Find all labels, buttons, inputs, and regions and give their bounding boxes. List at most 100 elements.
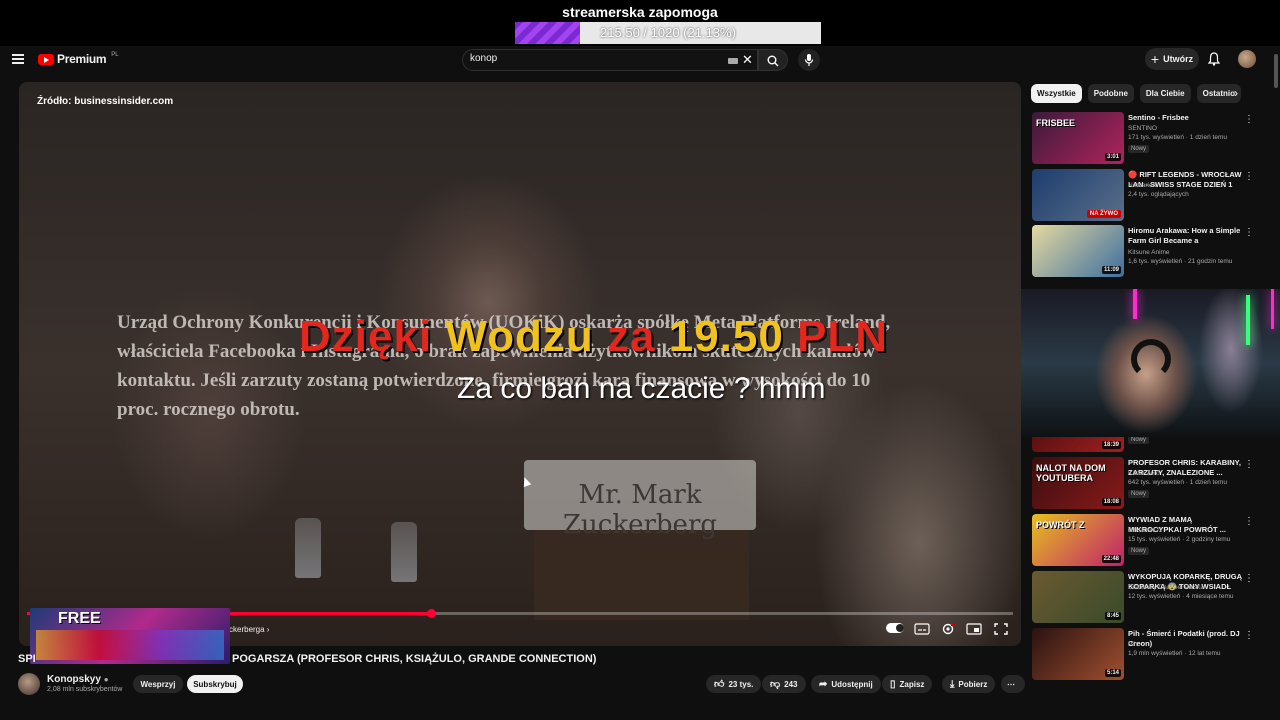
video-duration: 5:14 — [1104, 669, 1121, 677]
miniplayer-icon[interactable] — [966, 623, 982, 635]
save-button[interactable]: ▯ Zapisz — [882, 675, 933, 693]
recommendation-channel[interactable]: Pih — [1128, 641, 1243, 648]
recommendation-thumbnail[interactable]: NA ŻYWO — [1032, 169, 1124, 221]
recommendation-card[interactable]: NALOT NA DOM YOUTUBERA 18:08 PROFESOR CHRI… — [1032, 457, 1272, 509]
more-vert-icon[interactable]: ⋮ — [1244, 573, 1254, 584]
more-vert-icon[interactable]: ⋮ — [1244, 114, 1254, 125]
create-button[interactable]: + Utwórz — [1145, 48, 1199, 70]
chevron-right-icon[interactable]: › — [1234, 86, 1238, 100]
chip-related[interactable]: Podobne — [1087, 84, 1134, 103]
recommendation-card[interactable]: 8:45 WYKOPUJĄ KOPARKĘ, DRUGĄ KOPARKĄ 😨 TO… — [1032, 571, 1272, 623]
more-vert-icon[interactable]: ⋮ — [1244, 459, 1254, 470]
new-badge: Nowy — [1128, 547, 1150, 555]
new-badge: Nowy — [1128, 145, 1150, 153]
recommendation-channel[interactable]: Nervarien — [1128, 182, 1243, 189]
video-duration: 18:08 — [1101, 498, 1121, 506]
game-art — [36, 630, 224, 660]
save-label: Zapisz — [899, 679, 925, 689]
subscribe-button[interactable]: Subskrybuj — [187, 675, 243, 693]
recommendation-channel[interactable]: SzklanaYJJ — [1128, 527, 1243, 534]
recommendation-channel[interactable]: Discovery Channel Polska — [1128, 584, 1243, 591]
voice-search-button[interactable] — [798, 49, 820, 71]
dislike-count: 243 — [784, 679, 798, 689]
recommendation-thumbnail[interactable]: FRISBEE 3:01 — [1032, 112, 1124, 164]
screen: streamerska zapomoga 215.50 / 1020 (21.1… — [0, 0, 1280, 720]
share-icon: ➦ — [819, 678, 828, 690]
share-button[interactable]: ➦ Udostępnij — [811, 675, 881, 693]
channel-avatar[interactable] — [18, 673, 40, 695]
settings-gear-icon[interactable] — [940, 623, 956, 635]
streamer-webcam — [1021, 289, 1280, 437]
youtube-header: Premium PL ✕ + Utwórz — [0, 46, 1280, 74]
video-duration: 3:01 — [1104, 153, 1121, 161]
video-duration: 8:45 — [1104, 612, 1121, 620]
goal-progress-text: 215.50 / 1020 (21.13%) — [600, 25, 736, 40]
recommendation-title[interactable]: Hiromu Arakawa: How a Simple Farm Girl B… — [1128, 226, 1243, 246]
brand-text: Premium — [57, 52, 107, 66]
clear-search-icon[interactable]: ✕ — [742, 52, 753, 68]
bell-icon[interactable] — [1208, 52, 1220, 66]
fullscreen-icon[interactable] — [993, 623, 1009, 635]
chip-for-you[interactable]: Dla Ciebie — [1139, 84, 1191, 103]
recommendation-meta: 2,4 tys. oglądających — [1128, 191, 1189, 198]
like-button[interactable]: 👍︎ 23 tys. — [706, 675, 762, 693]
dislike-button[interactable]: 👎︎ 243 — [762, 675, 806, 693]
game-overlay-text: FREE — [58, 610, 101, 627]
recommendation-card[interactable]: POWRÓT Z 22:48 WYWIAD Z MAMĄ MIKROCYPKA! P… — [1032, 514, 1272, 566]
recommendation-meta: 12 tys. wyświetleń · 4 miesiące temu — [1128, 593, 1234, 600]
recommendation-card[interactable]: FRISBEE 3:01 Sentino - Frisbee SENTINO 171 t… — [1032, 112, 1272, 164]
search-icon — [767, 55, 779, 67]
recommendation-thumbnail[interactable]: 5:14 — [1032, 628, 1124, 680]
search-input[interactable] — [470, 53, 710, 64]
podium — [534, 530, 749, 620]
account-avatar[interactable] — [1238, 50, 1256, 68]
recommendation-card[interactable]: NA ŻYWO 🔴 RIFT LEGENDS - WROCŁAW LAN - SW… — [1032, 169, 1272, 221]
autoplay-toggle[interactable] — [886, 623, 904, 635]
recommendation-card[interactable]: 11:09 Hiromu Arakawa: How a Simple Farm G… — [1032, 225, 1272, 277]
neon-light — [1271, 289, 1274, 329]
recommendation-title[interactable]: Sentino - Frisbee — [1128, 113, 1243, 123]
donation-amount: 19.50 — [668, 312, 784, 361]
video-scrubber[interactable] — [427, 609, 437, 618]
recommendation-card[interactable]: 5:14 Pih - Śmierć i Podatki (prod. DJ Cre… — [1032, 628, 1272, 680]
water-bottle — [391, 522, 417, 582]
recommendation-thumbnail[interactable]: NALOT NA DOM YOUTUBERA 18:08 — [1032, 457, 1124, 509]
more-actions-button[interactable]: ⋯ — [1001, 675, 1025, 693]
recommendation-thumbnail[interactable]: 8:45 — [1032, 571, 1124, 623]
download-icon: ⤓ — [950, 678, 955, 690]
recommendation-channel[interactable]: SENTINO — [1128, 125, 1243, 132]
more-vert-icon[interactable]: ⋮ — [1244, 630, 1254, 641]
recommendation-meta: 1,6 tys. wyświetleń · 21 godzin temu — [1128, 258, 1233, 265]
goal-progress-bar: 215.50 / 1020 (21.13%) — [515, 22, 821, 44]
recommendation-thumbnail[interactable]: 11:09 — [1032, 225, 1124, 277]
page-scrollbar[interactable] — [1274, 54, 1278, 88]
thumbs-down-icon: 👎︎ — [770, 679, 781, 690]
donation-message: Za co ban na czacie ? hmm — [457, 372, 826, 405]
like-count: 23 tys. — [728, 679, 754, 689]
recommendation-thumbnail[interactable]: POWRÓT Z 22:48 — [1032, 514, 1124, 566]
more-vert-icon[interactable]: ⋮ — [1244, 171, 1254, 182]
thumbnail-text: NALOT NA DOM YOUTUBERA — [1036, 463, 1106, 483]
video-title-prefix: SPI — [18, 653, 36, 665]
youtube-logo[interactable]: Premium PL — [38, 52, 119, 66]
support-button[interactable]: Wesprzyj — [133, 675, 183, 693]
recommendation-channel[interactable]: Kanał Zero — [1128, 470, 1243, 477]
create-label: Utwórz — [1163, 54, 1194, 64]
more-vert-icon[interactable]: ⋮ — [1244, 227, 1254, 238]
menu-icon[interactable] — [12, 54, 24, 64]
donation-alert: Dzięki Wodzu za 19.50 PLN — [299, 312, 888, 362]
chip-all[interactable]: Wszystkie — [1031, 84, 1082, 103]
chapter-title[interactable]: ckerberga › — [229, 625, 269, 634]
thumbs-up-icon: 👍︎ — [714, 679, 725, 690]
more-vert-icon[interactable]: ⋮ — [1244, 516, 1254, 527]
search-button[interactable] — [758, 49, 788, 71]
download-button[interactable]: ⤓ Pobierz — [942, 675, 996, 693]
video-player[interactable]: Źródło: businessinsider.com Mr. Mark Zuc… — [19, 82, 1021, 646]
recommendation-channel[interactable]: Kitsune Anime — [1128, 249, 1243, 256]
keyboard-icon[interactable] — [728, 58, 738, 64]
bookmark-icon: ▯ — [890, 678, 896, 690]
video-title: SPI POGARSZA (PROFESOR CHRIS, KSIĄŻULO, … — [18, 653, 596, 665]
water-bottle — [295, 518, 321, 578]
subtitles-icon[interactable] — [914, 623, 930, 635]
channel-name[interactable]: Konopskyy ● — [47, 674, 109, 685]
